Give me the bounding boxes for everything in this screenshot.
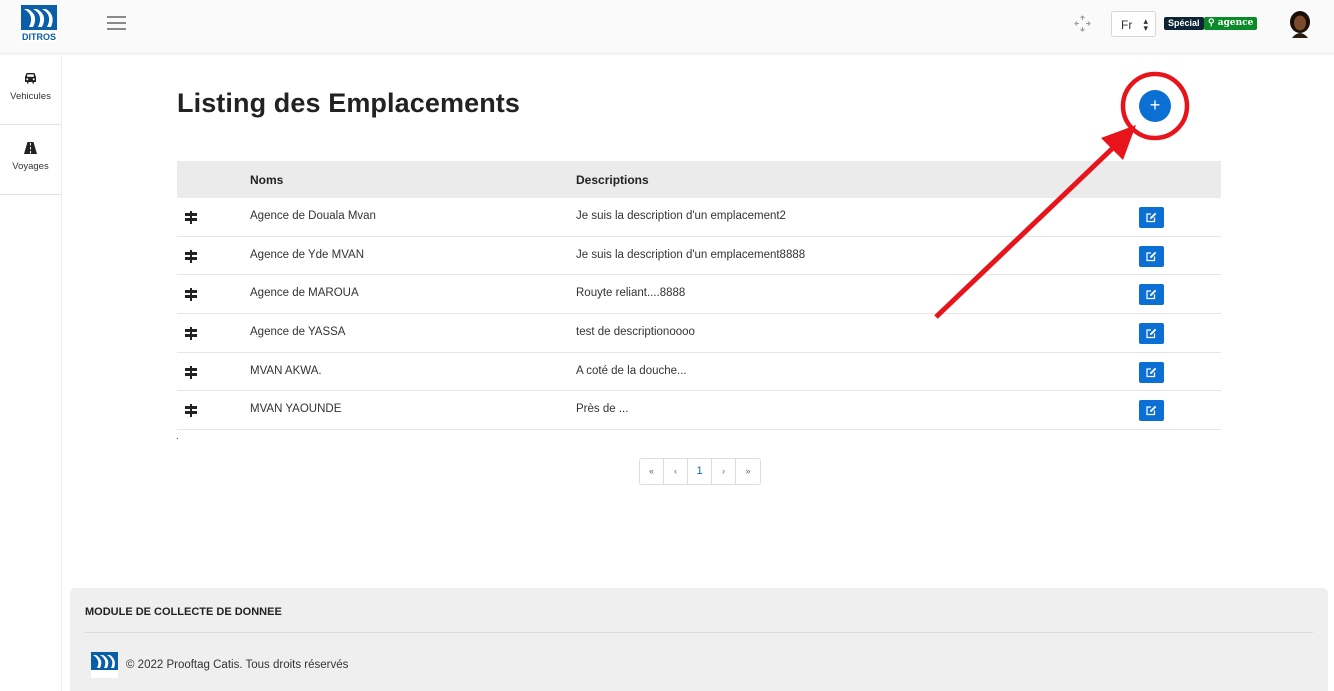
edit-icon <box>1146 406 1157 416</box>
edit-icon <box>1146 251 1157 261</box>
signpost-icon <box>185 365 197 379</box>
car-icon <box>25 73 36 84</box>
logo-text: DITROS <box>22 32 56 42</box>
role-badge-special: Spécial <box>1164 17 1204 30</box>
copyright-text: © 2022 Prooftag Catis. Tous droits réser… <box>126 659 349 671</box>
pagination-last[interactable]: » <box>736 459 760 484</box>
table-row: MVAN AKWA. A coté de la douche... <box>177 353 1221 392</box>
footer-logo <box>91 652 118 678</box>
emplacement-name: MVAN YAOUNDE <box>250 403 342 416</box>
stray-dot: . <box>176 431 179 442</box>
edit-button[interactable] <box>1139 284 1164 306</box>
signpost-icon <box>185 288 197 302</box>
sidebar-item-vehicules[interactable]: Vehicules <box>0 55 61 125</box>
language-value: Fr <box>1121 18 1133 32</box>
emplacement-name: MVAN AKWA. <box>250 364 322 377</box>
edit-icon <box>1146 212 1157 223</box>
emplacement-description: Près de ... <box>576 403 629 416</box>
menu-toggle-icon[interactable] <box>107 16 126 30</box>
page-title: Listing des Emplacements <box>177 88 520 118</box>
emplacement-description: Rouyte reliant....8888 <box>576 287 686 300</box>
table-header: Noms Descriptions <box>177 161 1221 198</box>
sidebar-item-label: Voyages <box>12 161 49 172</box>
emplacement-description: Je suis la description d'un emplacement8… <box>576 248 806 261</box>
table-row: MVAN YAOUNDE Près de ... <box>177 391 1221 431</box>
badge-agence-label: agence <box>1217 18 1254 28</box>
edit-icon <box>1146 290 1157 300</box>
pagination-next[interactable]: › <box>712 459 736 484</box>
sidebar-item-label: Vehicules <box>10 91 51 102</box>
emplacement-description: test de descriptionoooo <box>576 326 695 339</box>
table-row: Agence de Yde MVAN Je suis la descriptio… <box>177 237 1221 276</box>
ditros-logo[interactable]: DITROS <box>21 5 57 42</box>
table-row: Agence de Douala Mvan Je suis la descrip… <box>177 198 1221 237</box>
emplacements-table: Noms Descriptions Agence de Douala Mvan … <box>177 161 1221 431</box>
top-navbar: DITROS Fr ▴ ▾ Spécial ⚲ agence <box>0 0 1334 54</box>
road-icon <box>24 142 37 154</box>
footer: MODULE DE COLLECTE DE DONNEE © 2022 Proo… <box>70 588 1328 691</box>
emplacement-name: Agence de Douala Mvan <box>250 210 376 222</box>
emplacement-description: Je suis la description d'un emplacement2 <box>576 210 786 222</box>
table-row: Agence de YASSA test de descriptionoooo <box>177 314 1221 353</box>
user-avatar[interactable] <box>1288 10 1312 38</box>
emplacement-name: Agence de YASSA <box>250 326 346 339</box>
select-caret-icon: ▴ ▾ <box>1143 16 1148 33</box>
pagination-prev[interactable]: ‹ <box>664 459 688 484</box>
signpost-icon <box>185 327 197 341</box>
column-header-noms: Noms <box>250 173 284 187</box>
edit-icon <box>1146 367 1157 377</box>
signpost-icon <box>185 249 197 263</box>
edit-button[interactable] <box>1139 323 1164 345</box>
annotation-arrow-head <box>1101 125 1136 160</box>
fullscreen-move-icon[interactable] <box>1074 15 1091 32</box>
add-emplacement-button[interactable]: + <box>1139 90 1171 122</box>
role-badge-agence: ⚲ agence <box>1204 17 1258 30</box>
pagination: « ‹ 1 › » <box>639 458 761 485</box>
footer-title: MODULE DE COLLECTE DE DONNEE <box>85 606 282 618</box>
table-row: Agence de MAROUA Rouyte reliant....8888 <box>177 275 1221 315</box>
footer-divider <box>85 632 1313 633</box>
edit-button[interactable] <box>1139 245 1164 267</box>
pagination-page-current[interactable]: 1 <box>688 459 712 484</box>
sidebar: Vehicules Voyages <box>0 55 62 691</box>
edit-button[interactable] <box>1139 207 1164 228</box>
edit-button[interactable] <box>1139 361 1164 383</box>
signpost-icon <box>185 404 197 418</box>
edit-icon <box>1146 328 1157 339</box>
sidebar-item-voyages[interactable]: Voyages <box>0 125 61 195</box>
column-header-descriptions: Descriptions <box>576 173 649 187</box>
signpost-icon <box>185 211 197 224</box>
pagination-first[interactable]: « <box>640 459 664 484</box>
emplacement-description: A coté de la douche... <box>576 364 687 377</box>
emplacement-name: Agence de Yde MVAN <box>250 248 365 261</box>
language-select[interactable]: Fr ▴ ▾ <box>1111 11 1156 37</box>
edit-button[interactable] <box>1139 400 1164 422</box>
emplacement-name: Agence de MAROUA <box>250 287 359 300</box>
